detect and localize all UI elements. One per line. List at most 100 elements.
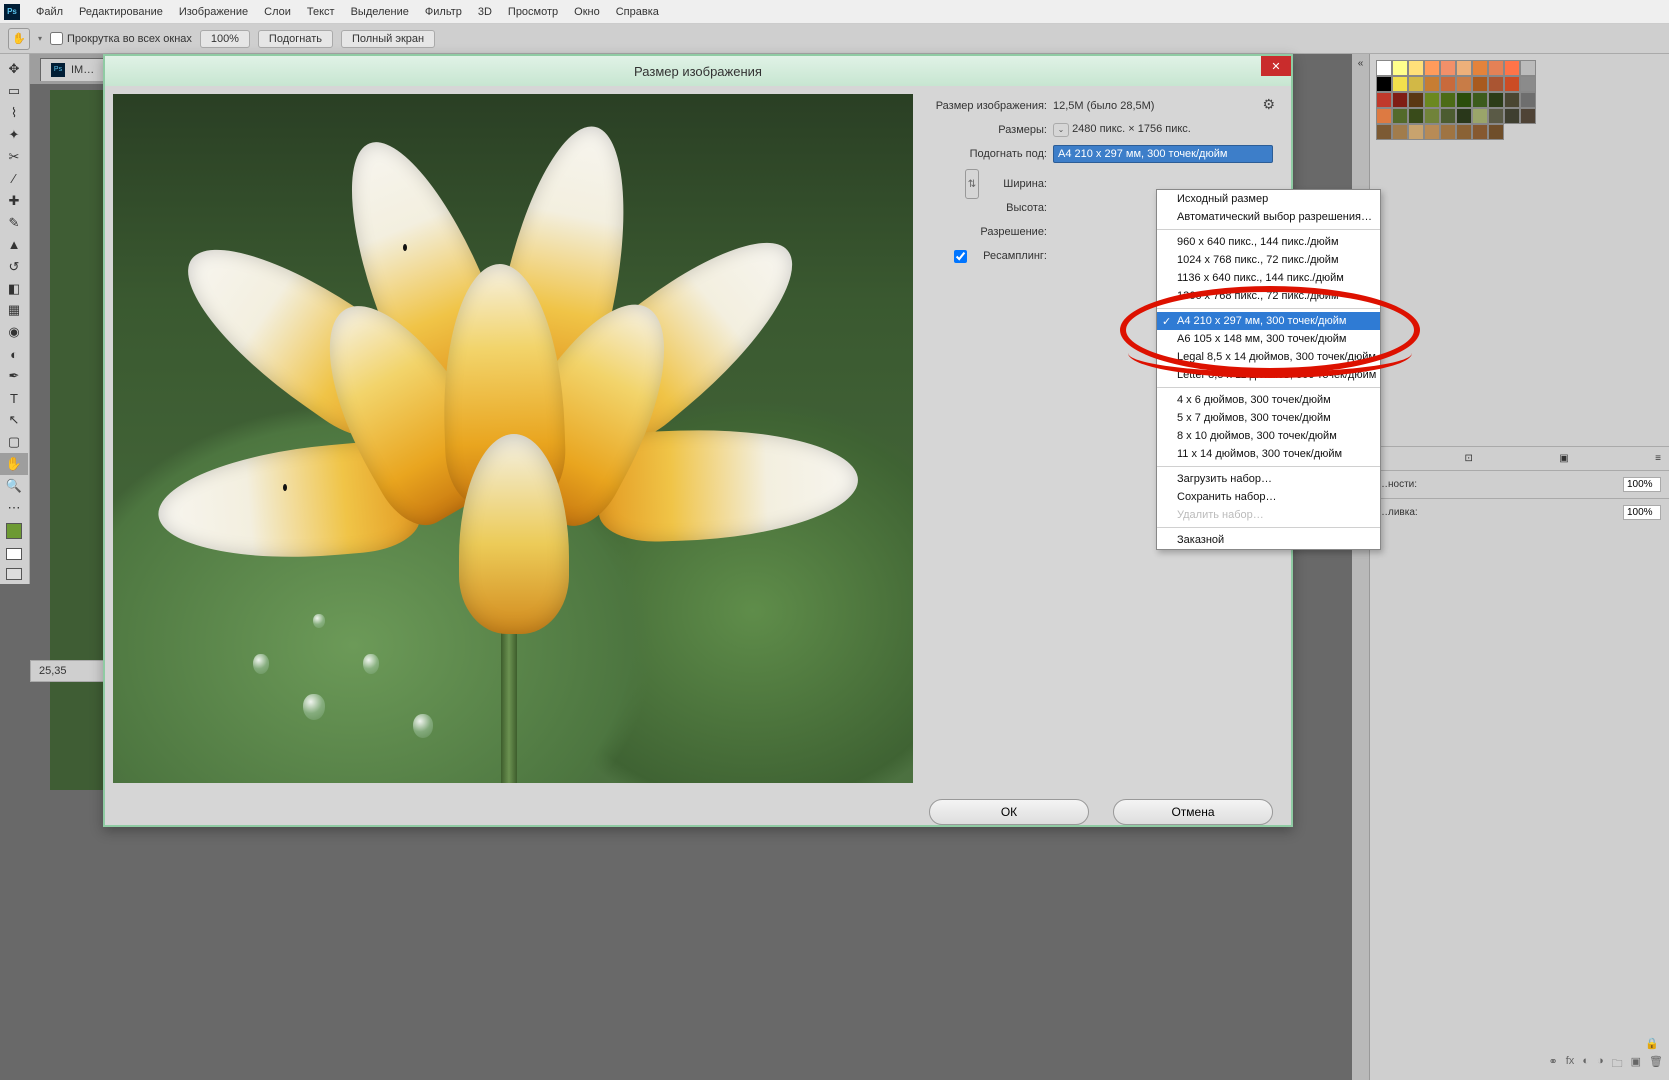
dropdown-item[interactable]: A4 210 x 297 мм, 300 точек/дюйм xyxy=(1157,312,1380,330)
dropdown-item[interactable]: Загрузить набор… xyxy=(1157,470,1380,488)
brush-tool[interactable]: ✎ xyxy=(0,212,28,234)
menu-edit[interactable]: Редактирование xyxy=(71,0,171,24)
swatch[interactable] xyxy=(1504,76,1520,92)
marquee-tool[interactable]: ▭ xyxy=(0,80,28,102)
swatch[interactable] xyxy=(1456,60,1472,76)
tool-preset-dropdown[interactable]: ▾ xyxy=(38,34,42,43)
eraser-tool[interactable]: ◧ xyxy=(0,278,28,300)
menu-image[interactable]: Изображение xyxy=(171,0,256,24)
swatch[interactable] xyxy=(1504,92,1520,108)
swatch[interactable] xyxy=(1472,60,1488,76)
cancel-button[interactable]: Отмена xyxy=(1113,799,1273,825)
dropdown-item[interactable]: 11 x 14 дюймов, 300 точек/дюйм xyxy=(1157,445,1380,463)
menu-view[interactable]: Просмотр xyxy=(500,0,566,24)
zoom-field[interactable]: 100% xyxy=(200,30,250,48)
screenmode-toggle[interactable] xyxy=(0,564,28,584)
wand-tool[interactable]: ✦ xyxy=(0,124,28,146)
dropdown-item[interactable]: Автоматический выбор разрешения… xyxy=(1157,208,1380,226)
swatch[interactable] xyxy=(1488,124,1504,140)
gradient-tool[interactable]: ▦ xyxy=(0,299,28,321)
swatch[interactable] xyxy=(1488,60,1504,76)
swatch[interactable] xyxy=(1456,92,1472,108)
dropdown-item[interactable]: Letter 8,5 x 11 дюймов, 300 точек/дюйм xyxy=(1157,366,1380,384)
dialog-preview[interactable] xyxy=(113,94,913,783)
swatch[interactable] xyxy=(1392,60,1408,76)
constrain-link-icon[interactable]: ⇅ xyxy=(965,169,979,199)
swatch[interactable] xyxy=(1472,76,1488,92)
swatch[interactable] xyxy=(1440,124,1456,140)
move-tool[interactable]: ✥ xyxy=(0,58,28,80)
swatch[interactable] xyxy=(1376,124,1392,140)
menu-window[interactable]: Окно xyxy=(566,0,608,24)
menu-3d[interactable]: 3D xyxy=(470,0,500,24)
hand-tool-icon[interactable]: ✋ xyxy=(8,28,30,50)
crop-tool[interactable]: ✂ xyxy=(0,146,28,168)
swatch[interactable] xyxy=(1408,92,1424,108)
swatch[interactable] xyxy=(1504,108,1520,124)
swatch[interactable] xyxy=(1520,76,1536,92)
swatch[interactable] xyxy=(1392,124,1408,140)
swatch[interactable] xyxy=(1424,108,1440,124)
swatch[interactable] xyxy=(1440,108,1456,124)
dropdown-item[interactable]: 4 x 6 дюймов, 300 точек/дюйм xyxy=(1157,391,1380,409)
menu-text[interactable]: Текст xyxy=(299,0,343,24)
swatch[interactable] xyxy=(1456,124,1472,140)
swatch[interactable] xyxy=(1392,92,1408,108)
swatch[interactable] xyxy=(1504,60,1520,76)
dropdown-item[interactable]: 8 x 10 дюймов, 300 точек/дюйм xyxy=(1157,427,1380,445)
dialog-gear-icon[interactable]: ⚙ xyxy=(1262,96,1275,113)
quickmask-toggle[interactable] xyxy=(0,544,28,564)
swatch[interactable] xyxy=(1376,108,1392,124)
dropdown-item[interactable]: 960 x 640 пикс., 144 пикс./дюйм xyxy=(1157,233,1380,251)
dodge-tool[interactable]: ◐ xyxy=(0,343,28,365)
scroll-all-windows-checkbox[interactable]: Прокрутка во всех окнах xyxy=(50,32,192,45)
swatch[interactable] xyxy=(1488,92,1504,108)
menu-select[interactable]: Выделение xyxy=(343,0,417,24)
resample-checkbox[interactable] xyxy=(954,250,967,263)
swatch[interactable] xyxy=(1520,92,1536,108)
blur-tool[interactable]: ◉ xyxy=(0,321,28,343)
type-tool[interactable]: T xyxy=(0,387,28,409)
fit-to-dropdown[interactable]: Исходный размерАвтоматический выбор разр… xyxy=(1156,189,1381,550)
foreground-swatch[interactable] xyxy=(0,519,28,544)
swatch[interactable] xyxy=(1440,92,1456,108)
swatch[interactable] xyxy=(1376,76,1392,92)
panel-crop-icon[interactable]: ⊡ xyxy=(1464,453,1472,464)
fit-button[interactable]: Подогнать xyxy=(258,30,333,48)
mask-icon[interactable]: ◐ xyxy=(1582,1055,1589,1074)
swatch[interactable] xyxy=(1392,108,1408,124)
panel-frame-icon[interactable]: ▣ xyxy=(1559,453,1568,464)
menu-layers[interactable]: Слои xyxy=(256,0,299,24)
dropdown-item[interactable]: Заказной xyxy=(1157,531,1380,549)
panel-more-icon[interactable]: ≡ xyxy=(1655,453,1661,464)
stamp-tool[interactable]: ▲ xyxy=(0,234,28,256)
pen-tool[interactable]: ✒ xyxy=(0,365,28,387)
swatch[interactable] xyxy=(1408,108,1424,124)
folder-icon[interactable]: 🗀 xyxy=(1612,1055,1623,1074)
fullscreen-button[interactable]: Полный экран xyxy=(341,30,435,48)
swatch[interactable] xyxy=(1456,76,1472,92)
dropdown-item[interactable]: 1024 x 768 пикс., 72 пикс./дюйм xyxy=(1157,251,1380,269)
history-brush-tool[interactable]: ↺ xyxy=(0,256,28,278)
shape-tool[interactable]: ▢ xyxy=(0,431,28,453)
dropdown-item[interactable]: A6 105 x 148 мм, 300 точек/дюйм xyxy=(1157,330,1380,348)
swatch[interactable] xyxy=(1472,124,1488,140)
swatch[interactable] xyxy=(1456,108,1472,124)
zoom-tool[interactable]: 🔍 xyxy=(0,475,28,497)
swatch[interactable] xyxy=(1392,76,1408,92)
lasso-tool[interactable]: ⌇ xyxy=(0,102,28,124)
dialog-close-button[interactable]: ✕ xyxy=(1261,56,1291,76)
dropdown-item[interactable]: 5 x 7 дюймов, 300 точек/дюйм xyxy=(1157,409,1380,427)
menu-filter[interactable]: Фильтр xyxy=(417,0,470,24)
swatch[interactable] xyxy=(1520,60,1536,76)
new-layer-icon[interactable]: ▣ xyxy=(1631,1055,1641,1074)
swatch[interactable] xyxy=(1440,60,1456,76)
opacity-input[interactable] xyxy=(1623,477,1661,492)
hand-tool[interactable]: ✋ xyxy=(0,453,28,475)
swatch[interactable] xyxy=(1376,60,1392,76)
layer-lock-icon[interactable]: 🔒 xyxy=(1645,1037,1659,1050)
dimensions-unit-dropdown[interactable]: ⌄ xyxy=(1053,123,1069,137)
dropdown-item[interactable]: Исходный размер xyxy=(1157,190,1380,208)
heal-tool[interactable]: ✚ xyxy=(0,190,28,212)
swatch[interactable] xyxy=(1408,76,1424,92)
